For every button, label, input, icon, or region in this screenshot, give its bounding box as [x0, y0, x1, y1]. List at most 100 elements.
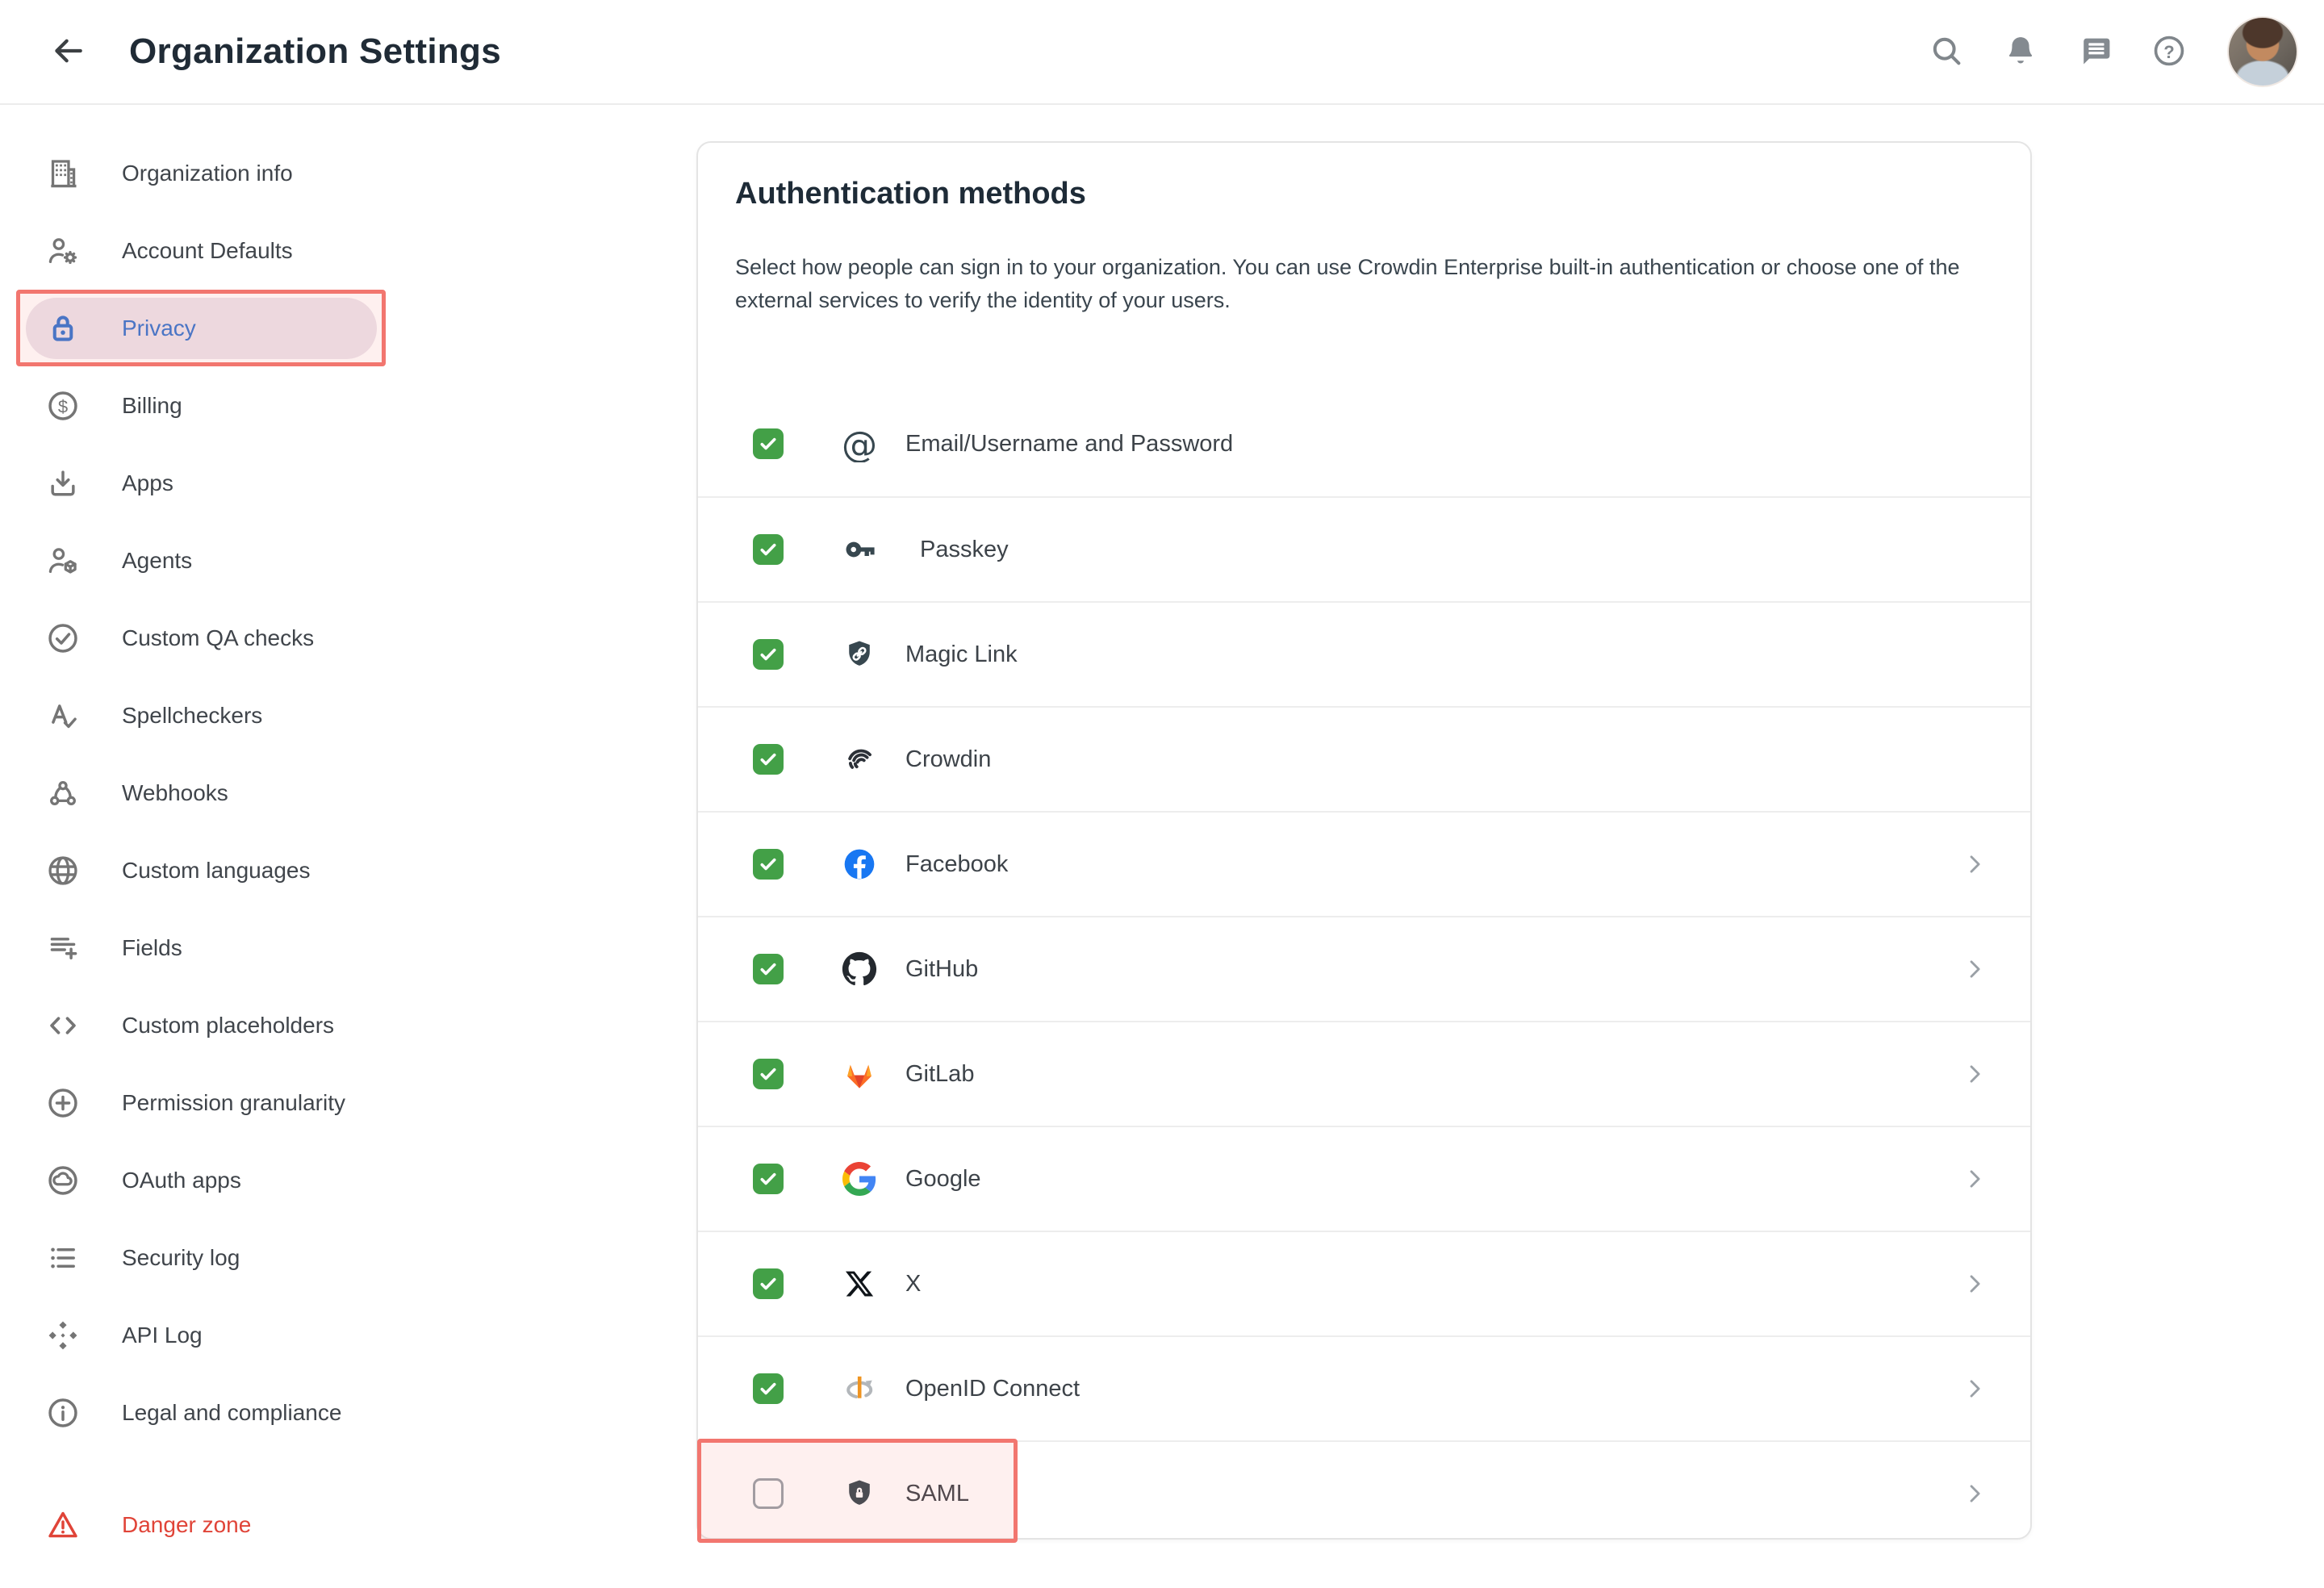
sidebar-item-organization-info[interactable]: Organization info	[0, 135, 662, 212]
openid-checkbox[interactable]	[753, 1373, 784, 1404]
bell-icon	[2002, 32, 2039, 72]
sidebar-item-account-defaults[interactable]: Account Defaults	[0, 212, 662, 290]
sidebar-item-custom-languages[interactable]: Custom languages	[0, 832, 662, 909]
sidebar-item-label: OAuth apps	[122, 1168, 241, 1193]
user-gear-icon	[44, 232, 82, 270]
sidebar-item-label: Privacy	[122, 316, 196, 341]
sidebar-item-label: Agents	[122, 548, 192, 574]
sidebar-item-security-log[interactable]: Security log	[0, 1219, 662, 1297]
lock-icon	[44, 310, 82, 347]
facebook-icon	[840, 845, 879, 884]
auth-method-label: GitLab	[905, 1061, 974, 1088]
gitlab-checkbox[interactable]	[753, 1059, 784, 1089]
chevron-right-icon[interactable]	[1961, 1375, 1988, 1402]
facebook-checkbox[interactable]	[753, 849, 784, 880]
sidebar-item-permission-granularity[interactable]: Permission granularity	[0, 1064, 662, 1142]
auth-method-label: Crowdin	[905, 746, 991, 773]
google-icon	[840, 1160, 879, 1198]
auth-method-label: OpenID Connect	[905, 1376, 1080, 1402]
auth-method-label: Facebook	[905, 851, 1008, 878]
settings-sidebar: Organization info Account Defaults	[0, 103, 662, 1564]
chevron-right-icon[interactable]	[1961, 850, 1988, 878]
gitlab-icon	[840, 1055, 879, 1093]
sidebar-item-label: Billing	[122, 393, 182, 419]
sidebar-item-privacy[interactable]: Privacy	[0, 290, 662, 367]
sidebar-item-danger-zone[interactable]: Danger zone	[0, 1486, 662, 1564]
auth-method-label: SAML	[905, 1481, 969, 1507]
help-icon: ?	[2151, 32, 2188, 72]
messages-button[interactable]	[2074, 31, 2116, 73]
sidebar-item-spellcheckers[interactable]: Spellcheckers	[0, 677, 662, 754]
chevron-right-icon[interactable]	[1961, 1270, 1988, 1298]
auth-row-google: Google	[698, 1126, 2030, 1231]
notifications-button[interactable]	[2000, 31, 2042, 73]
github-icon	[840, 950, 879, 988]
chat-icon	[2076, 32, 2113, 72]
globe-icon	[44, 852, 82, 889]
sidebar-item-apps[interactable]: Apps	[0, 445, 662, 522]
saml-checkbox[interactable]	[753, 1478, 784, 1509]
check-circle-icon	[44, 620, 82, 657]
chevron-right-icon[interactable]	[1961, 955, 1988, 983]
plus-circle-icon	[44, 1084, 82, 1122]
chevron-right-icon[interactable]	[1961, 1060, 1988, 1088]
crowdin-checkbox[interactable]	[753, 744, 784, 775]
auth-row-email: @ Email/Username and Password	[698, 391, 2030, 496]
crowdin-icon	[840, 740, 879, 779]
sidebar-item-fields[interactable]: Fields	[0, 909, 662, 987]
user-avatar[interactable]	[2227, 16, 2298, 87]
list-plus-icon	[44, 930, 82, 967]
sidebar-item-label: Custom placeholders	[122, 1013, 334, 1038]
sidebar-item-label: Legal and compliance	[122, 1400, 341, 1426]
sidebar-item-label: Webhooks	[122, 780, 228, 806]
sidebar-item-label: Custom languages	[122, 858, 310, 884]
dollar-circle-icon: $	[44, 387, 82, 424]
shield-link-icon	[840, 635, 879, 674]
sidebar-item-billing[interactable]: $ Billing	[0, 367, 662, 445]
back-button[interactable]	[45, 29, 90, 74]
auth-row-openid-connect: OpenID Connect	[698, 1335, 2030, 1440]
passkey-checkbox[interactable]	[753, 534, 784, 565]
google-checkbox[interactable]	[753, 1164, 784, 1194]
sidebar-item-custom-placeholders[interactable]: Custom placeholders	[0, 987, 662, 1064]
svg-text:@: @	[842, 425, 877, 462]
authentication-methods-card: Authentication methods Select how people…	[696, 141, 2032, 1540]
x-checkbox[interactable]	[753, 1268, 784, 1299]
auth-row-gitlab: GitLab	[698, 1021, 2030, 1126]
sidebar-item-agents[interactable]: Agents	[0, 522, 662, 600]
search-icon	[1928, 32, 1965, 72]
sidebar-item-custom-qa-checks[interactable]: Custom QA checks	[0, 600, 662, 677]
sidebar-item-api-log[interactable]: API Log	[0, 1297, 662, 1374]
email-checkbox[interactable]	[753, 428, 784, 459]
search-button[interactable]	[1925, 31, 1967, 73]
sidebar-item-webhooks[interactable]: Webhooks	[0, 754, 662, 832]
auth-row-github: GitHub	[698, 916, 2030, 1021]
topbar: Organization Settings	[0, 0, 2324, 105]
github-checkbox[interactable]	[753, 954, 784, 984]
arrow-left-icon	[49, 32, 86, 72]
page-title: Organization Settings	[129, 31, 501, 72]
auth-method-label: Magic Link	[905, 641, 1018, 668]
svg-text:$: $	[58, 397, 68, 417]
info-circle-icon	[44, 1394, 82, 1431]
sidebar-item-label: Permission granularity	[122, 1090, 345, 1116]
chevron-right-icon[interactable]	[1961, 1165, 1988, 1193]
auth-row-passkey: Passkey	[698, 496, 2030, 601]
sidebar-item-label: Danger zone	[122, 1512, 251, 1538]
sidebar-item-label: Account Defaults	[122, 238, 293, 264]
sidebar-item-oauth-apps[interactable]: OAuth apps	[0, 1142, 662, 1219]
help-button[interactable]: ?	[2148, 31, 2190, 73]
sidebar-item-legal-and-compliance[interactable]: Legal and compliance	[0, 1374, 662, 1452]
warning-triangle-icon	[44, 1507, 82, 1544]
chevron-right-icon[interactable]	[1961, 1480, 1988, 1507]
user-cube-icon	[44, 542, 82, 579]
sidebar-item-label: Apps	[122, 470, 173, 496]
auth-method-label: GitHub	[905, 956, 978, 983]
auth-methods-list: @ Email/Username and Password	[698, 391, 2030, 1540]
auth-row-magic-link: Magic Link	[698, 601, 2030, 706]
magic-link-checkbox[interactable]	[753, 639, 784, 670]
auth-row-saml: SAML	[698, 1440, 2030, 1540]
svg-text:?: ?	[2163, 41, 2174, 61]
sidebar-item-label: API Log	[122, 1323, 203, 1348]
auth-method-label: Passkey	[920, 537, 1009, 563]
